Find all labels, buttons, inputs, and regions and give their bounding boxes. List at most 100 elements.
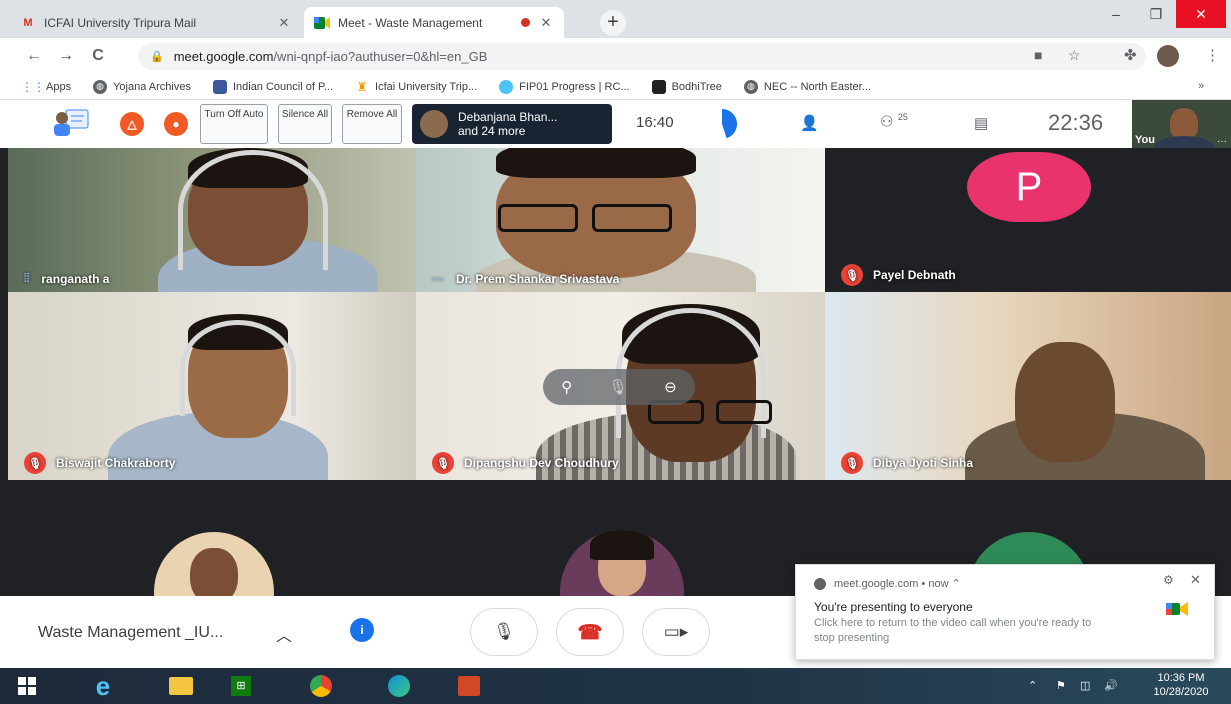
person-icon[interactable]: 👤 — [800, 114, 819, 132]
mic-off-icon: 🎙 — [841, 264, 863, 286]
participant-tile[interactable]: 🎙 Biswajit Chakraborty — [8, 292, 416, 480]
store-icon[interactable]: ⊞ — [218, 668, 264, 704]
participant-tile[interactable]: ··· Dr. Prem Shankar Srivastava — [416, 148, 825, 292]
tray-flag-icon[interactable]: ⚑ — [1056, 679, 1066, 692]
more-options-icon[interactable]: ··· — [1217, 136, 1227, 147]
bookmark-icp[interactable]: Indian Council of P... — [212, 79, 333, 94]
participant-name-label: ··· Dr. Prem Shankar Srivastava — [432, 272, 620, 286]
notification-source: meet.google.com • now ⌃ — [814, 577, 961, 590]
maximize-button[interactable]: ❐ — [1136, 0, 1176, 28]
network-icon[interactable]: ◫ — [1080, 679, 1090, 692]
bookmark-bodhitree[interactable]: BodhiTree — [651, 79, 722, 94]
meeting-details-label[interactable]: Waste Management _IU... — [38, 624, 223, 642]
bookmark-yojana[interactable]: ◍ Yojana Archives — [93, 79, 191, 94]
bookmark-label: Icfai University Trip... — [375, 80, 478, 93]
participant-tile[interactable] — [8, 480, 416, 596]
timer-pie-icon — [707, 108, 738, 139]
participant-name-label: 🎙 Payel Debnath — [841, 264, 956, 286]
meet-logo-icon — [1166, 602, 1188, 616]
bookmark-label: FIP01 Progress | RC... — [519, 80, 630, 93]
menu-kebab-icon[interactable]: ⋮ — [1205, 46, 1220, 64]
close-tab-icon[interactable]: ✕ — [276, 15, 292, 31]
gmail-icon: M — [23, 16, 33, 29]
participant-name-label: 🎙 Dibya Jyoti Sinha — [841, 452, 973, 474]
minimize-button[interactable]: – — [1096, 0, 1136, 28]
tray-expand-icon[interactable]: ⌃ — [1028, 679, 1037, 692]
microphone-button[interactable]: 🎙 — [470, 608, 538, 656]
reload-button[interactable]: C — [86, 44, 110, 68]
system-clock[interactable]: 10:36 PM 10/28/2020 — [1146, 671, 1216, 699]
participant-name-label: ⦙⦙ ranganath a — [24, 271, 110, 286]
attendance-extension-icon[interactable] — [52, 106, 92, 138]
bookmarks-bar: ⋮⋮ Apps ◍ Yojana Archives Indian Council… — [0, 74, 1231, 100]
bookmark-apps[interactable]: ⋮⋮ Apps — [21, 79, 72, 94]
profile-avatar[interactable] — [1157, 45, 1179, 67]
participant-tile[interactable] — [416, 480, 825, 596]
participants-button[interactable]: ⚇ 25 — [880, 112, 908, 131]
speaking-indicator-icon: ··· — [432, 272, 444, 286]
clock-date: 10/28/2020 — [1153, 686, 1209, 698]
close-tab-icon[interactable]: ✕ — [538, 15, 554, 31]
presenter-chip[interactable]: Debanjana Bhan... and 24 more — [412, 104, 612, 144]
self-body — [1154, 136, 1214, 148]
remove-all-button[interactable]: Remove All — [342, 104, 402, 144]
pin-icon[interactable]: ⚲ — [561, 378, 572, 396]
notification-close-icon[interactable]: ✕ — [1190, 572, 1201, 588]
bookmark-icfai[interactable]: ♜ Icfai University Trip... — [355, 80, 477, 94]
presenting-notification[interactable]: meet.google.com • now ⌃ ⚙ ✕ You're prese… — [795, 564, 1215, 660]
notification-settings-icon[interactable]: ⚙ — [1163, 573, 1174, 587]
tab-meet[interactable]: Meet - Waste Management ✕ — [304, 7, 564, 38]
window-close-button[interactable]: ✕ — [1176, 0, 1226, 28]
bookmark-label: Yojana Archives — [113, 80, 191, 93]
file-explorer-icon[interactable] — [158, 668, 204, 704]
mute-participant-icon[interactable]: 🎙 — [609, 378, 628, 396]
internet-explorer-icon[interactable]: e — [80, 668, 126, 704]
leave-call-button[interactable]: ☎ — [556, 608, 624, 656]
elapsed-time: 16:40 — [636, 114, 674, 131]
apps-grid-icon: ⋮⋮ — [21, 79, 45, 94]
presenter-avatar — [420, 110, 448, 138]
presenter-others: and 24 more — [458, 124, 526, 138]
extensions-icon[interactable]: ✤ — [1124, 46, 1137, 64]
turn-off-auto-button[interactable]: Turn Off Auto — [200, 104, 268, 144]
participant-tile[interactable]: ⦙⦙ ranganath a — [8, 148, 416, 292]
tab-title: Meet - Waste Management — [338, 15, 483, 30]
participant-tile[interactable]: 🎙 Dibya Jyoti Sinha — [825, 292, 1231, 480]
notification-body: Click here to return to the video call w… — [814, 617, 1092, 644]
bookmark-label: Apps — [46, 80, 72, 93]
participant-hair — [496, 148, 696, 178]
address-bar[interactable]: 🔒 meet.google.com /wni-qnpf-iao?authuser… — [138, 43, 1146, 70]
participants-count: 25 — [897, 112, 908, 122]
glasses — [498, 204, 578, 232]
windows-start-icon[interactable] — [4, 668, 50, 704]
hang-up-icon: ☎ — [577, 621, 603, 644]
back-button[interactable]: ← — [22, 44, 46, 68]
tab-gmail[interactable]: M ICFAI University Tripura Mail ✕ — [10, 7, 302, 38]
participant-tile[interactable]: P 🎙 Payel Debnath — [825, 148, 1231, 292]
volume-icon[interactable]: 🔊 — [1104, 679, 1118, 692]
forward-button[interactable]: → — [54, 44, 78, 68]
chrome-icon[interactable] — [298, 668, 344, 704]
glasses — [592, 204, 672, 232]
extension-warning-icon[interactable]: △ — [120, 112, 144, 136]
bookmark-nec[interactable]: ◍ NEC -- North Easter... — [743, 79, 871, 94]
participant-name-label: 🎙 Dipangshu Dev Choudhury — [432, 452, 619, 474]
bookmark-star-icon[interactable]: ☆ — [1068, 47, 1081, 64]
camera-button[interactable]: ▭▸ — [642, 608, 710, 656]
people-icon: ⚇ — [880, 113, 894, 131]
self-view-tile[interactable]: You ··· — [1132, 100, 1231, 148]
new-tab-button[interactable]: + — [600, 10, 626, 36]
globe-icon: ◍ — [93, 79, 108, 94]
powerpoint-icon[interactable] — [446, 668, 492, 704]
silence-all-button[interactable]: Silence All — [278, 104, 332, 144]
bookmark-fip[interactable]: FIP01 Progress | RC... — [499, 79, 630, 94]
url-host: meet.google.com — [173, 49, 274, 64]
extension-record-icon[interactable]: ● — [164, 112, 188, 136]
chat-icon[interactable]: ▤ — [974, 114, 988, 132]
remove-participant-icon[interactable]: ⊖ — [664, 378, 677, 396]
edge-icon[interactable] — [376, 668, 422, 704]
camera-icon[interactable]: ■ — [1034, 47, 1042, 63]
meeting-info-icon[interactable]: i — [350, 618, 374, 642]
chevron-up-icon[interactable]: ︿ — [276, 622, 292, 646]
more-bookmarks-button[interactable]: » — [1198, 80, 1204, 92]
